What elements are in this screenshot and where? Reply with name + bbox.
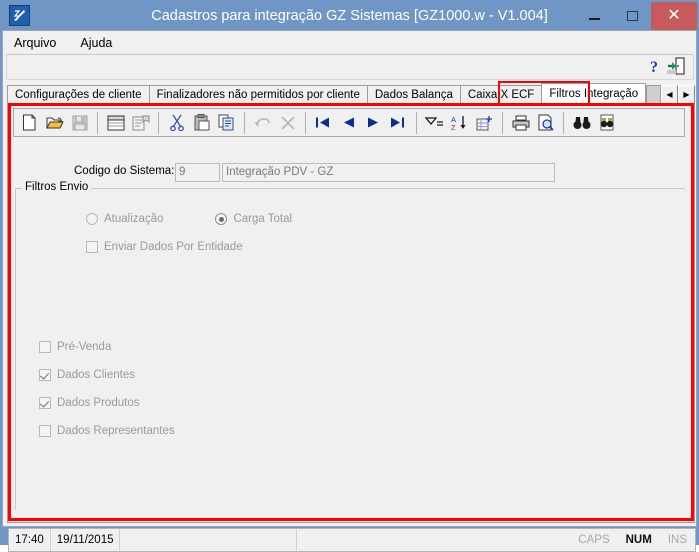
help-strip: ? [6, 54, 694, 80]
status-message-left [120, 529, 297, 551]
properties-icon[interactable] [128, 110, 153, 135]
tab-strip-filler [646, 85, 661, 104]
checkbox-dados-clientes-icon [39, 369, 51, 381]
tab-scroll-right-icon[interactable]: ▶ [678, 85, 695, 104]
paste-clipboard-icon[interactable] [189, 110, 214, 135]
radio-carga-total-label: Carga Total [233, 213, 293, 225]
print-preview-icon[interactable] [533, 110, 558, 135]
minimize-button[interactable] [575, 2, 613, 30]
toolbar-separator [416, 111, 417, 134]
maximize-button[interactable] [613, 2, 651, 30]
maximize-icon [626, 11, 638, 21]
window-icon[interactable] [103, 110, 128, 135]
status-ins: INS [667, 534, 687, 546]
radio-atualizacao[interactable]: Atualização [86, 213, 163, 225]
record-toolbar: AZ [13, 108, 685, 137]
checkbox-dados-representantes-icon [39, 425, 51, 437]
tab-page-filtros-integracao: AZ Codigo do Sistema: 9 Integração PDV -… [7, 103, 695, 523]
toolbar-separator [244, 111, 245, 134]
client-area: Arquivo Ajuda ? Configurações de cliente… [2, 30, 697, 552]
menu-bar: Arquivo Ajuda [3, 31, 696, 54]
checkbox-pre-venda[interactable]: Pré-Venda [39, 341, 111, 353]
menu-item-arquivo[interactable]: Arquivo [12, 34, 66, 52]
checkbox-dados-clientes[interactable]: Dados Clientes [39, 369, 135, 381]
status-caps: CAPS [578, 534, 610, 546]
help-strip-icons: ? [650, 56, 689, 80]
checkbox-enviar-dados-por-entidade-label: Enviar Dados Por Entidade [104, 241, 243, 253]
help-question-icon[interactable]: ? [650, 60, 658, 76]
toolbar-separator [563, 111, 564, 134]
status-date: 19/11/2015 [51, 529, 121, 551]
tipo-envio-radio-group: Atualização Carga Total [86, 213, 344, 225]
radio-carga-total[interactable]: Carga Total [215, 213, 292, 225]
tab-caixa-x-ecf[interactable]: Caixa X ECF [459, 85, 543, 104]
sort-az-icon[interactable]: AZ [447, 110, 472, 135]
find-next-icon[interactable] [594, 110, 619, 135]
cut-scissors-icon[interactable] [164, 110, 189, 135]
gz-app-icon [9, 5, 30, 26]
undo-arrow-icon [250, 110, 275, 135]
exit-door-icon[interactable] [667, 57, 685, 80]
status-bar: 17:40 19/11/2015 CAPS NUM INS [8, 528, 696, 552]
radio-atualizacao-label: Atualização [104, 213, 164, 225]
checkbox-dados-produtos-label: Dados Produtos [57, 397, 140, 409]
codigo-sistema-label: Codigo do Sistema: [74, 165, 175, 177]
status-message-right [297, 529, 570, 551]
tab-scroll-left-icon[interactable]: ◀ [661, 85, 678, 104]
next-record-icon[interactable] [361, 110, 386, 135]
print-icon[interactable] [508, 110, 533, 135]
checkbox-pre-venda-label: Pré-Venda [57, 341, 112, 353]
checkbox-dados-produtos-icon [39, 397, 51, 409]
checkbox-dados-representantes[interactable]: Dados Representantes [39, 425, 175, 437]
find-binoculars-icon[interactable] [569, 110, 594, 135]
status-time: 17:40 [9, 529, 51, 551]
tab-finalizadores-nao-permitidos[interactable]: Finalizadores não permitidos por cliente [148, 85, 368, 104]
last-record-icon[interactable] [386, 110, 411, 135]
radio-carga-total-icon [215, 213, 228, 225]
tab-filtros-integracao[interactable]: Filtros Integração [541, 83, 647, 104]
copy-pages-icon[interactable] [214, 110, 239, 135]
tab-nav-buttons: ◀ ▶ [661, 85, 695, 104]
title-bar: Cadastros para integração GZ Sistemas [G… [2, 2, 697, 30]
new-icon[interactable] [17, 110, 42, 135]
checkbox-pre-venda-icon [39, 341, 51, 353]
descricao-sistema-input[interactable]: Integração PDV - GZ [222, 163, 555, 182]
window-controls: ✕ [575, 2, 697, 30]
codigo-sistema-row: Codigo do Sistema: 9 Integração PDV - GZ [8, 163, 694, 183]
tab-strip: Configurações de cliente Finalizadores n… [7, 83, 695, 104]
filtros-envio-group-title: Filtros Envio [22, 181, 92, 193]
status-num: NUM [625, 534, 652, 546]
previous-record-icon[interactable] [336, 110, 361, 135]
close-icon: ✕ [667, 7, 681, 24]
checkbox-enviar-dados-por-entidade[interactable]: Enviar Dados Por Entidade [86, 241, 243, 253]
save-disk-icon[interactable] [67, 110, 92, 135]
checkbox-dados-clientes-label: Dados Clientes [57, 369, 135, 381]
minimize-icon [588, 18, 600, 20]
application-window: Cadastros para integração GZ Sistemas [G… [0, 0, 699, 552]
cancel-x-icon [275, 110, 300, 135]
filter-icon[interactable] [422, 110, 447, 135]
filtros-envio-group: Filtros Envio Atualização Carga Total En… [15, 181, 685, 510]
first-record-icon[interactable] [311, 110, 336, 135]
toolbar-separator [502, 111, 503, 134]
svg-text:Z: Z [451, 123, 456, 131]
tab-configuracoes-de-cliente[interactable]: Configurações de cliente [7, 85, 150, 104]
checkbox-dados-representantes-label: Dados Representantes [57, 425, 175, 437]
checkbox-enviar-dados-por-entidade-icon [86, 241, 98, 253]
open-folder-icon[interactable] [42, 110, 67, 135]
toolbar-separator [158, 111, 159, 134]
codigo-sistema-input[interactable]: 9 [175, 163, 220, 182]
toolbar-separator [97, 111, 98, 134]
new-grid-icon[interactable] [472, 110, 497, 135]
close-button[interactable]: ✕ [651, 2, 697, 30]
radio-atualizacao-icon [86, 213, 98, 225]
tab-dados-balanca[interactable]: Dados Balança [366, 85, 461, 104]
menu-item-ajuda[interactable]: Ajuda [78, 34, 122, 52]
toolbar-separator [305, 111, 306, 134]
checkbox-dados-produtos[interactable]: Dados Produtos [39, 397, 139, 409]
